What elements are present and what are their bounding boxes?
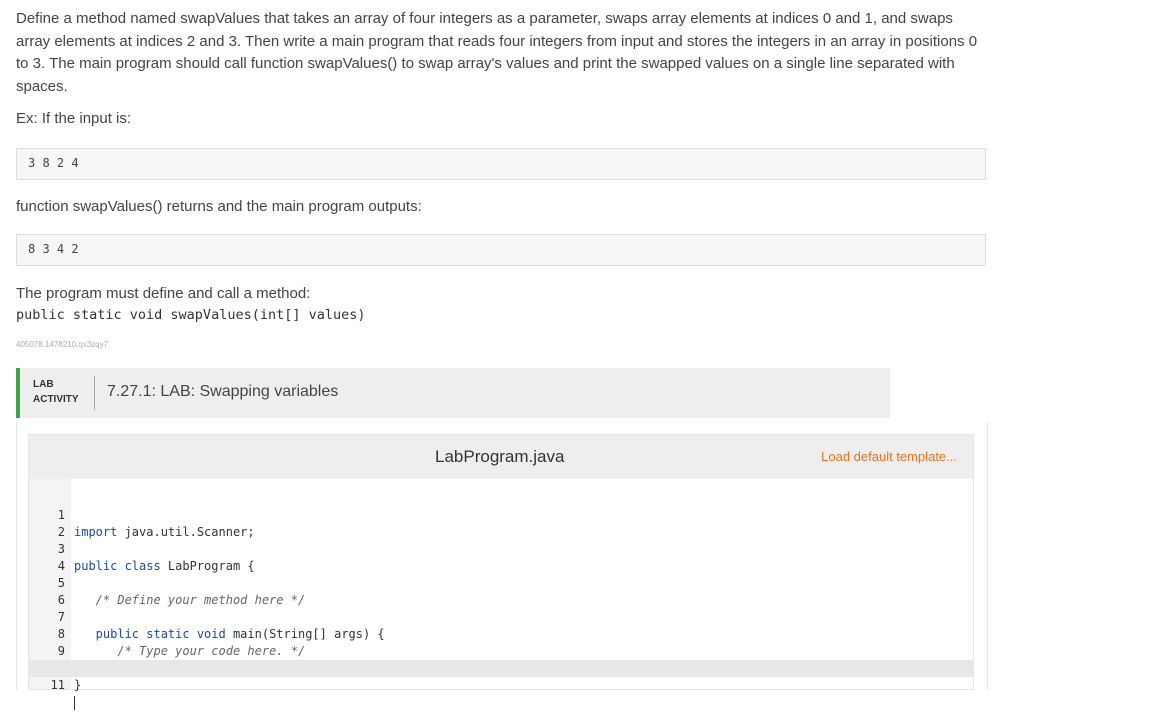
- code-line[interactable]: 10 }: [29, 643, 973, 692]
- lab-activity-header: LAB ACTIVITY 7.27.1: LAB: Swapping varia…: [16, 368, 890, 418]
- lab-tag-line2: ACTIVITY: [33, 394, 79, 405]
- problem-paragraph: Define a method named swapValues that ta…: [16, 10, 978, 95]
- lab-tag-line1: LAB: [33, 379, 54, 390]
- output-label: function swapValues() returns and the ma…: [16, 198, 422, 215]
- lab-activity-tag: LAB ACTIVITY: [33, 377, 79, 407]
- code-editor[interactable]: LabProgram.java Load default template...…: [28, 434, 974, 710]
- code-line[interactable]: 8 /* Type your code here. */: [29, 609, 973, 658]
- code-line[interactable]: 5 /* Define your method here */: [29, 558, 973, 607]
- sample-input-box: 3 8 2 4: [16, 148, 986, 180]
- code-text: }: [74, 678, 82, 692]
- example-label: Ex: If the input is:: [16, 110, 132, 127]
- sample-output-box: 8 3 4 2: [16, 234, 986, 266]
- problem-description: Define a method named swapValues that ta…: [16, 8, 986, 131]
- must-define-label: The program must define and call a metho…: [16, 285, 311, 302]
- code-area[interactable]: 1 import java.util.Scanner; 2 3 public c…: [29, 490, 973, 710]
- text-cursor: [74, 695, 75, 710]
- line-number: 11: [50, 678, 65, 692]
- file-name: LabProgram.java: [435, 447, 565, 466]
- code-line[interactable]: 2: [29, 507, 973, 539]
- method-signature: public static void swapValues(int[] valu…: [16, 307, 366, 323]
- code-line-active[interactable]: 11: [29, 660, 973, 710]
- lab-header-divider: [94, 376, 95, 410]
- code-line[interactable]: 7 public static void main(String[] args)…: [29, 592, 973, 641]
- load-default-template-link[interactable]: Load default template...: [821, 449, 957, 464]
- code-line[interactable]: 4: [29, 541, 973, 573]
- lab-title: 7.27.1: LAB: Swapping variables: [107, 383, 339, 400]
- code-line[interactable]: 3 public class LabProgram {: [29, 524, 973, 573]
- activity-hash: 405078.1478210.qx3zqy7: [16, 340, 109, 349]
- editor-toolbar: LabProgram.java Load default template...: [29, 435, 973, 479]
- code-line[interactable]: 1 import java.util.Scanner;: [29, 490, 973, 539]
- code-line[interactable]: 6: [29, 575, 973, 607]
- code-line[interactable]: 9 }: [29, 626, 973, 675]
